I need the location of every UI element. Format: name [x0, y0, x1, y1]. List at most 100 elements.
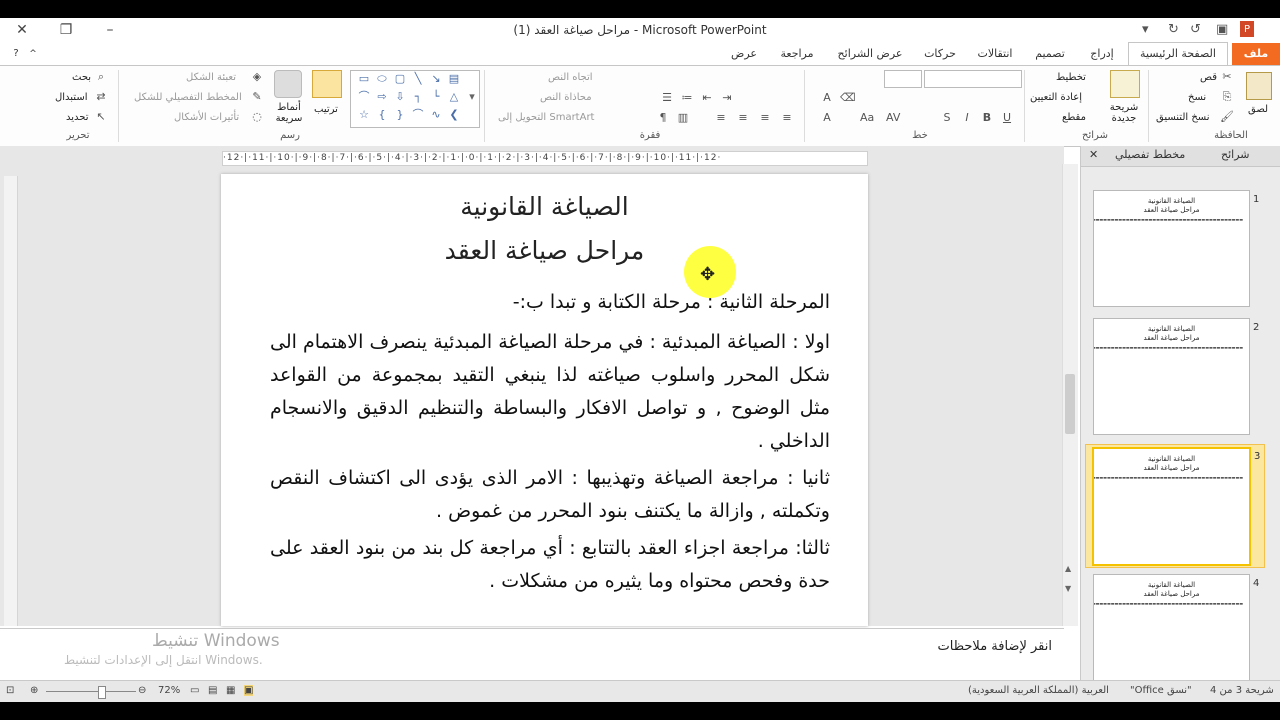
- shape-outline-button[interactable]: المخطط التفصيلي للشكل: [134, 92, 242, 103]
- elbow-connector-shape-icon[interactable]: ┐: [411, 91, 425, 103]
- language-status[interactable]: العربية (المملكة العربية السعودية): [968, 685, 1109, 696]
- slide-canvas[interactable]: الصياغة القانونية مراحل صياغة العقد المر…: [221, 174, 868, 626]
- arrow-right-shape-icon[interactable]: ⇨: [375, 91, 389, 103]
- spacing-icon[interactable]: AV: [886, 112, 900, 124]
- tab-transitions[interactable]: انتقالات: [970, 43, 1020, 65]
- triangle-shape-icon[interactable]: △: [447, 91, 461, 103]
- reading-view-icon[interactable]: ▤: [208, 685, 217, 696]
- zoom-level[interactable]: 72%: [158, 685, 180, 696]
- zoom-slider[interactable]: [46, 691, 136, 692]
- thumbnail-slide-3[interactable]: الصياغة القانونية مراحل صياغة العقد ▬▬▬▬…: [1085, 444, 1265, 568]
- fit-window-icon[interactable]: ⊡: [6, 685, 14, 696]
- font-name-combobox[interactable]: [924, 70, 1022, 88]
- slide-paragraph-3[interactable]: ثانيا : مراجعة الصياغة وتهذيبها : الامر …: [270, 462, 830, 528]
- thumbnail-slide-2[interactable]: الصياغة القانونية مراحل صياغة العقد ▬▬▬▬…: [1085, 318, 1263, 440]
- star-shape-icon[interactable]: ☆: [357, 109, 371, 121]
- arrange-icon[interactable]: [312, 70, 342, 98]
- zoom-slider-thumb[interactable]: [98, 686, 106, 699]
- quick-styles-button[interactable]: أنماط سريعة: [272, 102, 306, 124]
- align-text-button[interactable]: محاذاة النص: [540, 92, 592, 103]
- shape-effects-button[interactable]: تأثيرات الأشكال: [174, 112, 239, 123]
- shadow-icon[interactable]: S: [940, 112, 954, 124]
- grow-font-icon[interactable]: A: [820, 92, 834, 104]
- rounded-rect-shape-icon[interactable]: ▢: [393, 73, 407, 85]
- vertical-scrollbar[interactable]: ▲ ▼: [1062, 164, 1078, 626]
- tab-animations[interactable]: حركات: [918, 43, 962, 65]
- tab-design[interactable]: تصميم: [1028, 43, 1072, 65]
- slide-paragraph-2[interactable]: اولا : الصياغة المبدئية : في مرحلة الصيا…: [270, 326, 830, 458]
- cut-button[interactable]: قص: [1200, 72, 1217, 83]
- zoom-in-icon[interactable]: ⊕: [30, 685, 38, 696]
- arrow-line-shape-icon[interactable]: ↘: [429, 73, 443, 85]
- tab-file[interactable]: ملف: [1232, 43, 1280, 65]
- curve-shape-icon[interactable]: ∿: [429, 109, 443, 121]
- normal-view-icon[interactable]: ▣: [244, 685, 254, 696]
- undo-icon[interactable]: ↺: [1190, 21, 1201, 39]
- columns-icon[interactable]: ▥: [676, 112, 690, 124]
- thumbnail-slide-1[interactable]: الصياغة القانونية مراحل صياغة العقد ▬▬▬▬…: [1085, 190, 1263, 312]
- save-icon[interactable]: ▣: [1216, 21, 1228, 39]
- slide-paragraph-4[interactable]: ثالثا: مراجعة اجزاء العقد بالتتابع : أي …: [270, 532, 830, 598]
- rtl-icon[interactable]: ¶: [656, 112, 670, 124]
- zoom-out-icon[interactable]: ⊖: [138, 685, 146, 696]
- thumbnail-slide-4[interactable]: الصياغة القانونية مراحل صياغة العقد ▬▬▬▬…: [1085, 574, 1263, 696]
- clear-format-icon[interactable]: ⌫: [840, 92, 856, 104]
- shape-fill-button[interactable]: تعبئة الشكل: [186, 72, 236, 83]
- arrow-down-shape-icon[interactable]: ⇩: [393, 91, 407, 103]
- section-button[interactable]: مقطع: [1062, 112, 1086, 123]
- line-shape-icon[interactable]: ╲: [411, 73, 425, 85]
- italic-icon[interactable]: I: [960, 112, 974, 124]
- customize-qat-icon[interactable]: ▾: [1142, 21, 1149, 39]
- new-slide-button[interactable]: شريحة جديدة: [1104, 102, 1144, 124]
- redo-icon[interactable]: ↻: [1168, 21, 1179, 39]
- shapes-gallery[interactable]: ▭ ⬭ ▢ ╲ ↘ ▤ ⌒ ⇨ ⇩ ┐ └ △ ☆ { } ⌒ ∿ ❮ ▾: [350, 70, 480, 128]
- font-color-icon[interactable]: A: [820, 112, 834, 124]
- oval-shape-icon[interactable]: ⬭: [375, 73, 389, 85]
- case-icon[interactable]: Aa: [860, 112, 874, 124]
- underline-icon[interactable]: U: [1000, 112, 1014, 124]
- minimize-ribbon-icon[interactable]: ^: [26, 43, 40, 65]
- justify-icon[interactable]: ≡: [714, 112, 728, 124]
- tab-slideshow[interactable]: عرض الشرائح: [830, 43, 910, 65]
- slideshow-view-icon[interactable]: ▭: [190, 685, 199, 696]
- notes-pane[interactable]: انقر لإضافة ملاحظات تنشيط Windows انتقل …: [0, 628, 1064, 681]
- arc-shape-icon[interactable]: ⌒: [411, 109, 425, 121]
- align-center-icon[interactable]: ≡: [736, 112, 750, 124]
- slide-title-line1[interactable]: الصياغة القانونية: [221, 192, 868, 221]
- paste-icon[interactable]: [1246, 72, 1272, 100]
- font-size-combobox[interactable]: [884, 70, 922, 88]
- bold-icon[interactable]: B: [980, 112, 994, 124]
- quick-styles-icon[interactable]: [274, 70, 302, 98]
- decrease-indent-icon[interactable]: ⇤: [700, 92, 714, 104]
- paste-button[interactable]: لصق: [1248, 104, 1268, 115]
- next-slide-icon[interactable]: ▼: [1065, 584, 1071, 593]
- tab-slides-thumbnails[interactable]: شرائح: [1221, 148, 1250, 161]
- copy-button[interactable]: نسخ: [1188, 92, 1206, 103]
- slide-title-line2[interactable]: مراحل صياغة العقد: [221, 236, 868, 265]
- find-button[interactable]: بحث: [72, 72, 91, 83]
- gallery-more-icon[interactable]: ▾: [465, 91, 479, 103]
- tab-view[interactable]: عرض: [722, 43, 766, 65]
- help-icon[interactable]: ?: [8, 43, 24, 65]
- freeform-shape-icon[interactable]: ⌒: [357, 91, 371, 103]
- align-right-icon[interactable]: ≡: [780, 112, 794, 124]
- rectangle-shape-icon[interactable]: ▭: [357, 73, 371, 85]
- convert-smartart-button[interactable]: التحويل إلى SmartArt: [498, 112, 594, 123]
- increase-indent-icon[interactable]: ⇥: [720, 92, 734, 104]
- replace-button[interactable]: استبدال: [55, 92, 88, 103]
- select-button[interactable]: تحديد: [66, 112, 89, 123]
- tab-outline[interactable]: مخطط تفصيلي: [1115, 148, 1185, 161]
- arrange-button[interactable]: ترتيب: [314, 104, 338, 115]
- notes-placeholder[interactable]: انقر لإضافة ملاحظات: [938, 639, 1052, 654]
- close-pane-icon[interactable]: ✕: [1089, 148, 1098, 161]
- numbering-icon[interactable]: ≔: [680, 92, 694, 104]
- sorter-view-icon[interactable]: ▦: [226, 685, 235, 696]
- brace-close-shape-icon[interactable]: }: [393, 109, 407, 121]
- textbox-shape-icon[interactable]: ▤: [447, 73, 461, 85]
- text-direction-button[interactable]: اتجاه النص: [548, 72, 593, 83]
- chevron-shape-icon[interactable]: ❮: [447, 109, 461, 121]
- new-slide-icon[interactable]: [1110, 70, 1140, 98]
- tab-home[interactable]: الصفحة الرئيسية: [1128, 42, 1228, 67]
- layout-button[interactable]: تخطيط: [1056, 72, 1086, 83]
- tab-insert[interactable]: إدراج: [1080, 43, 1124, 65]
